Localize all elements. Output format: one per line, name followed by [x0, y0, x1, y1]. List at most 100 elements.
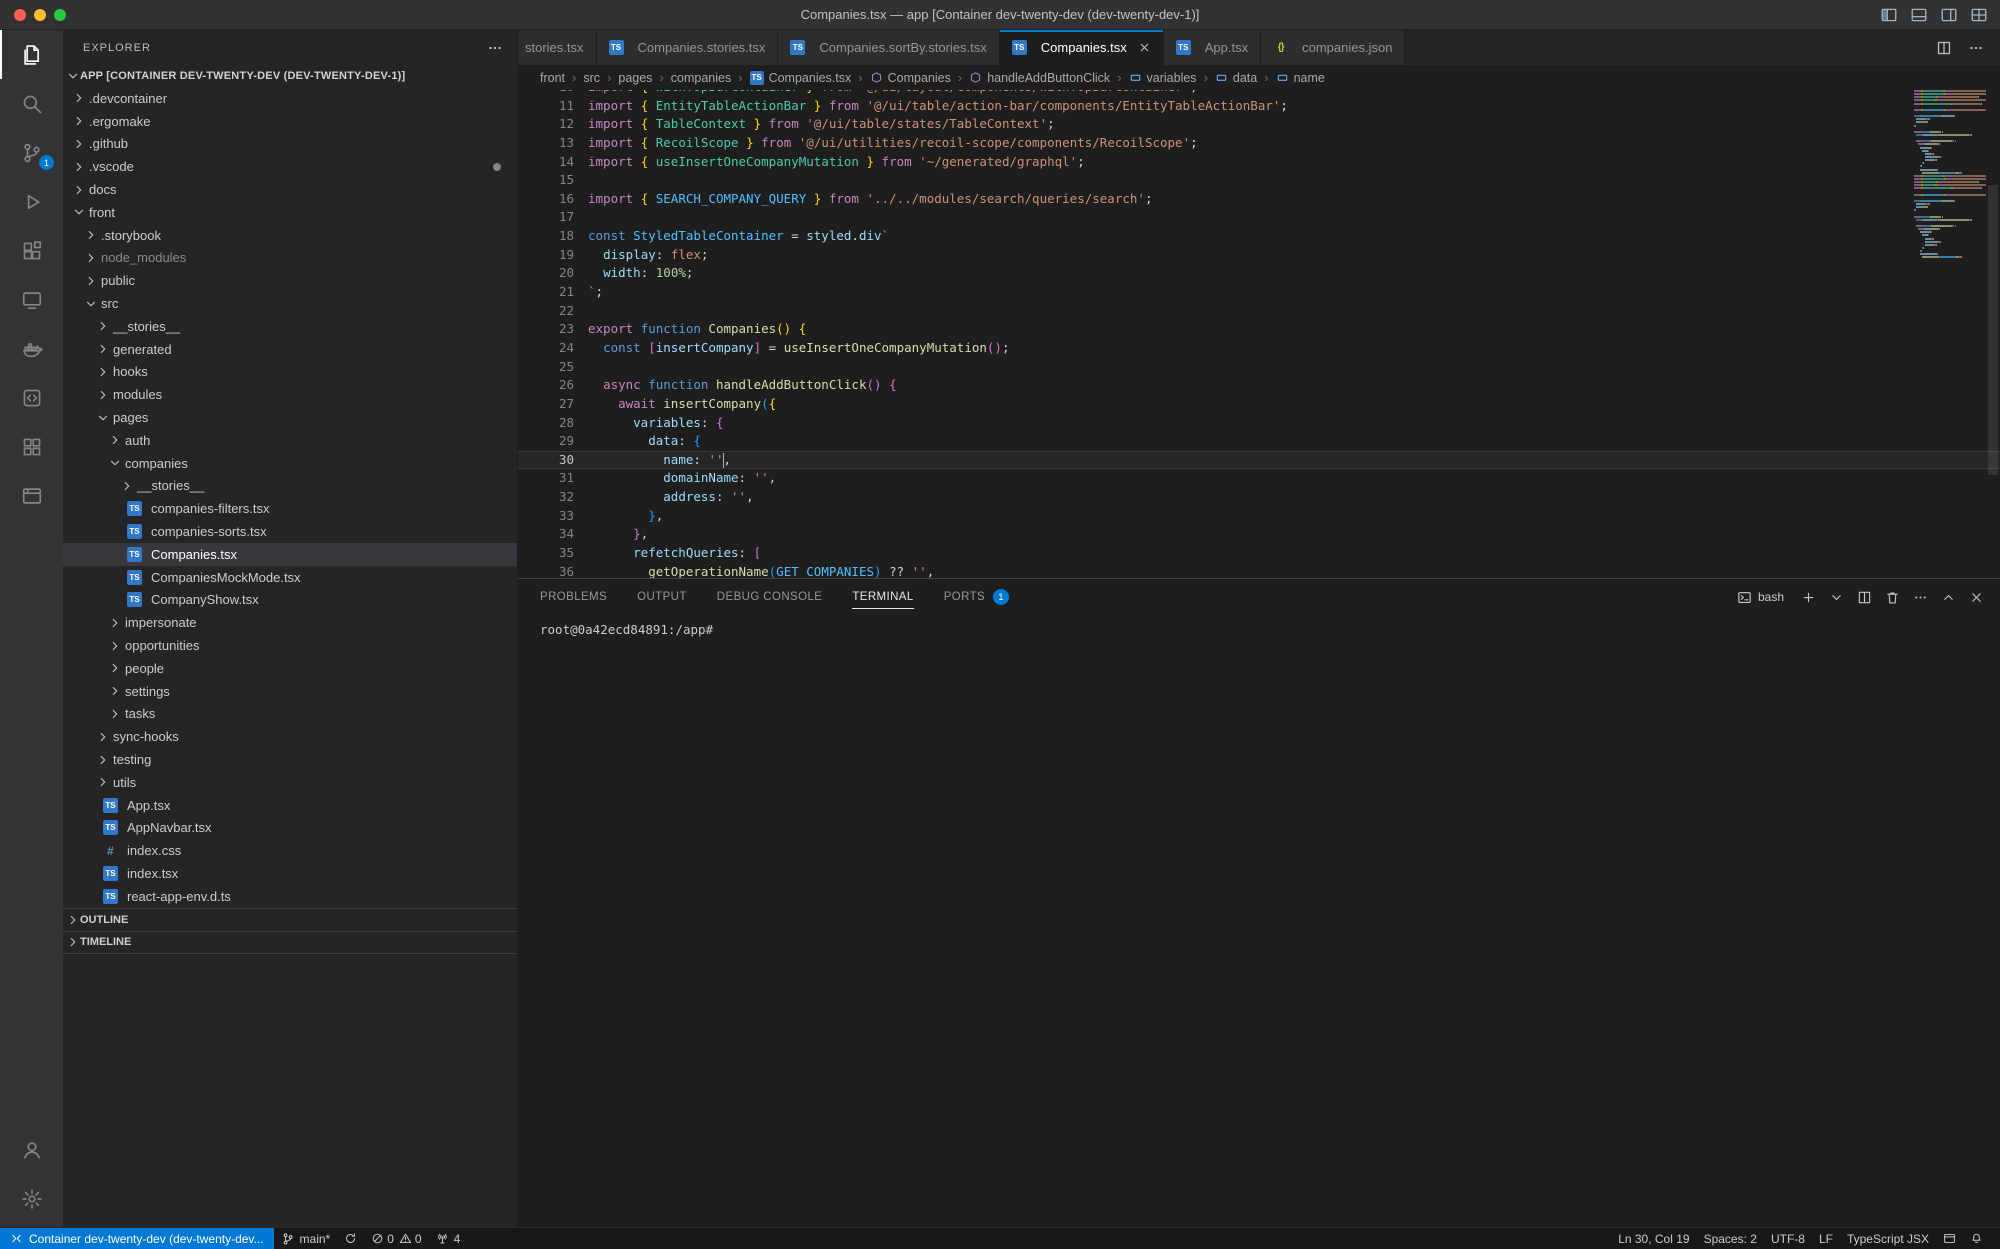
remote-indicator[interactable]: Container dev-twenty-dev (dev-twenty-dev… — [0, 1228, 274, 1249]
new-terminal-button[interactable] — [1801, 590, 1816, 605]
activity-item-window-preview[interactable] — [0, 471, 63, 520]
minimize-window-button[interactable] — [34, 9, 46, 21]
activity-item-source-control[interactable]: 1 — [0, 128, 63, 177]
minimap[interactable] — [1914, 90, 1986, 260]
tree-folder-pages[interactable]: pages — [63, 406, 517, 429]
editor-tab-stories.tsx[interactable]: stories.tsx — [518, 30, 597, 65]
breadcrumb-item-src[interactable]: src — [583, 71, 600, 85]
activity-item-search[interactable] — [0, 79, 63, 128]
editor-tab-Companies.stories.tsx[interactable]: TSCompanies.stories.tsx — [597, 30, 779, 65]
feedback-item[interactable] — [1936, 1228, 1963, 1249]
tree-folder-.vscode[interactable]: .vscode — [63, 155, 517, 178]
activity-item-accounts[interactable] — [0, 1125, 63, 1174]
tree-file-CompaniesMockMode.tsx[interactable]: TSCompaniesMockMode.tsx — [63, 566, 517, 589]
close-tab-button[interactable] — [1138, 41, 1151, 54]
problems-item[interactable]: 00 — [364, 1228, 428, 1249]
editor-tab-App.tsx[interactable]: TSApp.tsx — [1164, 30, 1261, 65]
breadcrumb-item-Companies[interactable]: Companies — [870, 71, 951, 85]
activity-item-docker[interactable] — [0, 324, 63, 373]
panel-tab-debug-console[interactable]: DEBUG CONSOLE — [717, 579, 823, 615]
tree-folder-settings[interactable]: settings — [63, 680, 517, 703]
tree-folder-.devcontainer[interactable]: .devcontainer — [63, 87, 517, 110]
tree-folder-__stories__[interactable]: __stories__ — [63, 475, 517, 498]
tree-folder-public[interactable]: public — [63, 269, 517, 292]
breadcrumb-item-data[interactable]: data — [1215, 71, 1257, 85]
layout-grid-icon[interactable] — [1970, 6, 1988, 24]
tree-folder-node_modules[interactable]: node_modules — [63, 247, 517, 270]
code-editor[interactable]: 10import { WithTopBarContainer } from '@… — [518, 90, 2000, 578]
encoding-item[interactable]: UTF-8 — [1764, 1228, 1812, 1249]
tree-folder-modules[interactable]: modules — [63, 383, 517, 406]
forwarded-ports-item[interactable]: 4 — [429, 1228, 468, 1249]
zoom-window-button[interactable] — [54, 9, 66, 21]
tree-folder-companies[interactable]: companies — [63, 452, 517, 475]
layout-left-icon[interactable] — [1880, 6, 1898, 24]
indentation-item[interactable]: Spaces: 2 — [1697, 1228, 1764, 1249]
panel-tab-problems[interactable]: PROBLEMS — [540, 579, 607, 615]
breadcrumb-item-front[interactable]: front — [540, 71, 565, 85]
tree-folder-auth[interactable]: auth — [63, 429, 517, 452]
activity-item-remote-explorer[interactable] — [0, 275, 63, 324]
close-panel-button[interactable] — [1969, 590, 1984, 605]
workspace-section-header[interactable]: APP [CONTAINER DEV-TWENTY-DEV (DEV-TWENT… — [63, 65, 517, 87]
tree-folder-generated[interactable]: generated — [63, 338, 517, 361]
breadcrumb-item-pages[interactable]: pages — [618, 71, 652, 85]
activity-item-grid[interactable] — [0, 422, 63, 471]
terminal-dropdown-button[interactable] — [1829, 590, 1844, 605]
tree-file-App.tsx[interactable]: TSApp.tsx — [63, 794, 517, 817]
more-icon[interactable] — [1968, 40, 1984, 56]
tree-folder-sync-hooks[interactable]: sync-hooks — [63, 725, 517, 748]
tree-folder-.storybook[interactable]: .storybook — [63, 224, 517, 247]
tree-folder-impersonate[interactable]: impersonate — [63, 611, 517, 634]
breadcrumb-item-variables[interactable]: variables — [1129, 71, 1197, 85]
git-branch-item[interactable]: main* — [274, 1228, 338, 1249]
tree-file-react-app-env.d.ts[interactable]: TSreact-app-env.d.ts — [63, 885, 517, 908]
kill-terminal-button[interactable] — [1885, 590, 1900, 605]
tree-folder-docs[interactable]: docs — [63, 178, 517, 201]
sidebar-section-outline[interactable]: OUTLINE — [63, 908, 517, 931]
tree-file-AppNavbar.tsx[interactable]: TSAppNavbar.tsx — [63, 817, 517, 840]
tree-file-index.tsx[interactable]: TSindex.tsx — [63, 862, 517, 885]
panel-tab-ports[interactable]: PORTS1 — [944, 579, 1009, 615]
terminal[interactable]: root@0a42ecd84891:/app# — [518, 615, 2000, 1227]
sync-changes-button[interactable] — [337, 1228, 364, 1249]
tree-file-companies-filters.tsx[interactable]: TScompanies-filters.tsx — [63, 497, 517, 520]
activity-item-extensions[interactable] — [0, 226, 63, 275]
maximize-panel-button[interactable] — [1941, 590, 1956, 605]
tree-folder-hooks[interactable]: hooks — [63, 361, 517, 384]
tree-folder-utils[interactable]: utils — [63, 771, 517, 794]
activity-item-run-debug[interactable] — [0, 177, 63, 226]
tree-folder-src[interactable]: src — [63, 292, 517, 315]
split-terminal-button[interactable] — [1857, 590, 1872, 605]
terminal-shell-selector[interactable]: bash — [1737, 590, 1784, 605]
breadcrumb-item-companies[interactable]: companies — [671, 71, 731, 85]
tree-file-Companies.tsx[interactable]: TSCompanies.tsx — [63, 543, 517, 566]
language-mode-item[interactable]: TypeScript JSX — [1840, 1228, 1936, 1249]
tree-folder-front[interactable]: front — [63, 201, 517, 224]
activity-item-explorer[interactable] — [0, 30, 63, 79]
editor-tab-companies.json[interactable]: {}companies.json — [1261, 30, 1405, 65]
breadcrumb-item-name[interactable]: name — [1276, 71, 1325, 85]
split-editor-icon[interactable] — [1936, 40, 1952, 56]
tree-folder-people[interactable]: people — [63, 657, 517, 680]
tree-file-index.css[interactable]: #index.css — [63, 839, 517, 862]
tree-folder-.github[interactable]: .github — [63, 133, 517, 156]
cursor-position-item[interactable]: Ln 30, Col 19 — [1611, 1228, 1696, 1249]
eol-item[interactable]: LF — [1812, 1228, 1840, 1249]
tree-folder-.ergomake[interactable]: .ergomake — [63, 110, 517, 133]
editor-tab-Companies.tsx[interactable]: TSCompanies.tsx — [1000, 30, 1164, 65]
breadcrumb-item-Companies.tsx[interactable]: TSCompanies.tsx — [750, 71, 852, 85]
tree-folder-__stories__[interactable]: __stories__ — [63, 315, 517, 338]
notifications-bell[interactable] — [1963, 1228, 1990, 1249]
sidebar-section-timeline[interactable]: TIMELINE — [63, 931, 517, 954]
close-window-button[interactable] — [14, 9, 26, 21]
panel-tab-terminal[interactable]: TERMINAL — [852, 579, 913, 615]
tree-folder-tasks[interactable]: tasks — [63, 703, 517, 726]
layout-bottom-icon[interactable] — [1910, 6, 1928, 24]
panel-more-actions-button[interactable] — [1913, 590, 1928, 605]
tree-file-CompanyShow.tsx[interactable]: TSCompanyShow.tsx — [63, 589, 517, 612]
activity-item-code-block[interactable] — [0, 373, 63, 422]
activity-item-settings[interactable] — [0, 1174, 63, 1223]
editor-scrollbar[interactable] — [1988, 185, 1998, 475]
tree-folder-opportunities[interactable]: opportunities — [63, 634, 517, 657]
